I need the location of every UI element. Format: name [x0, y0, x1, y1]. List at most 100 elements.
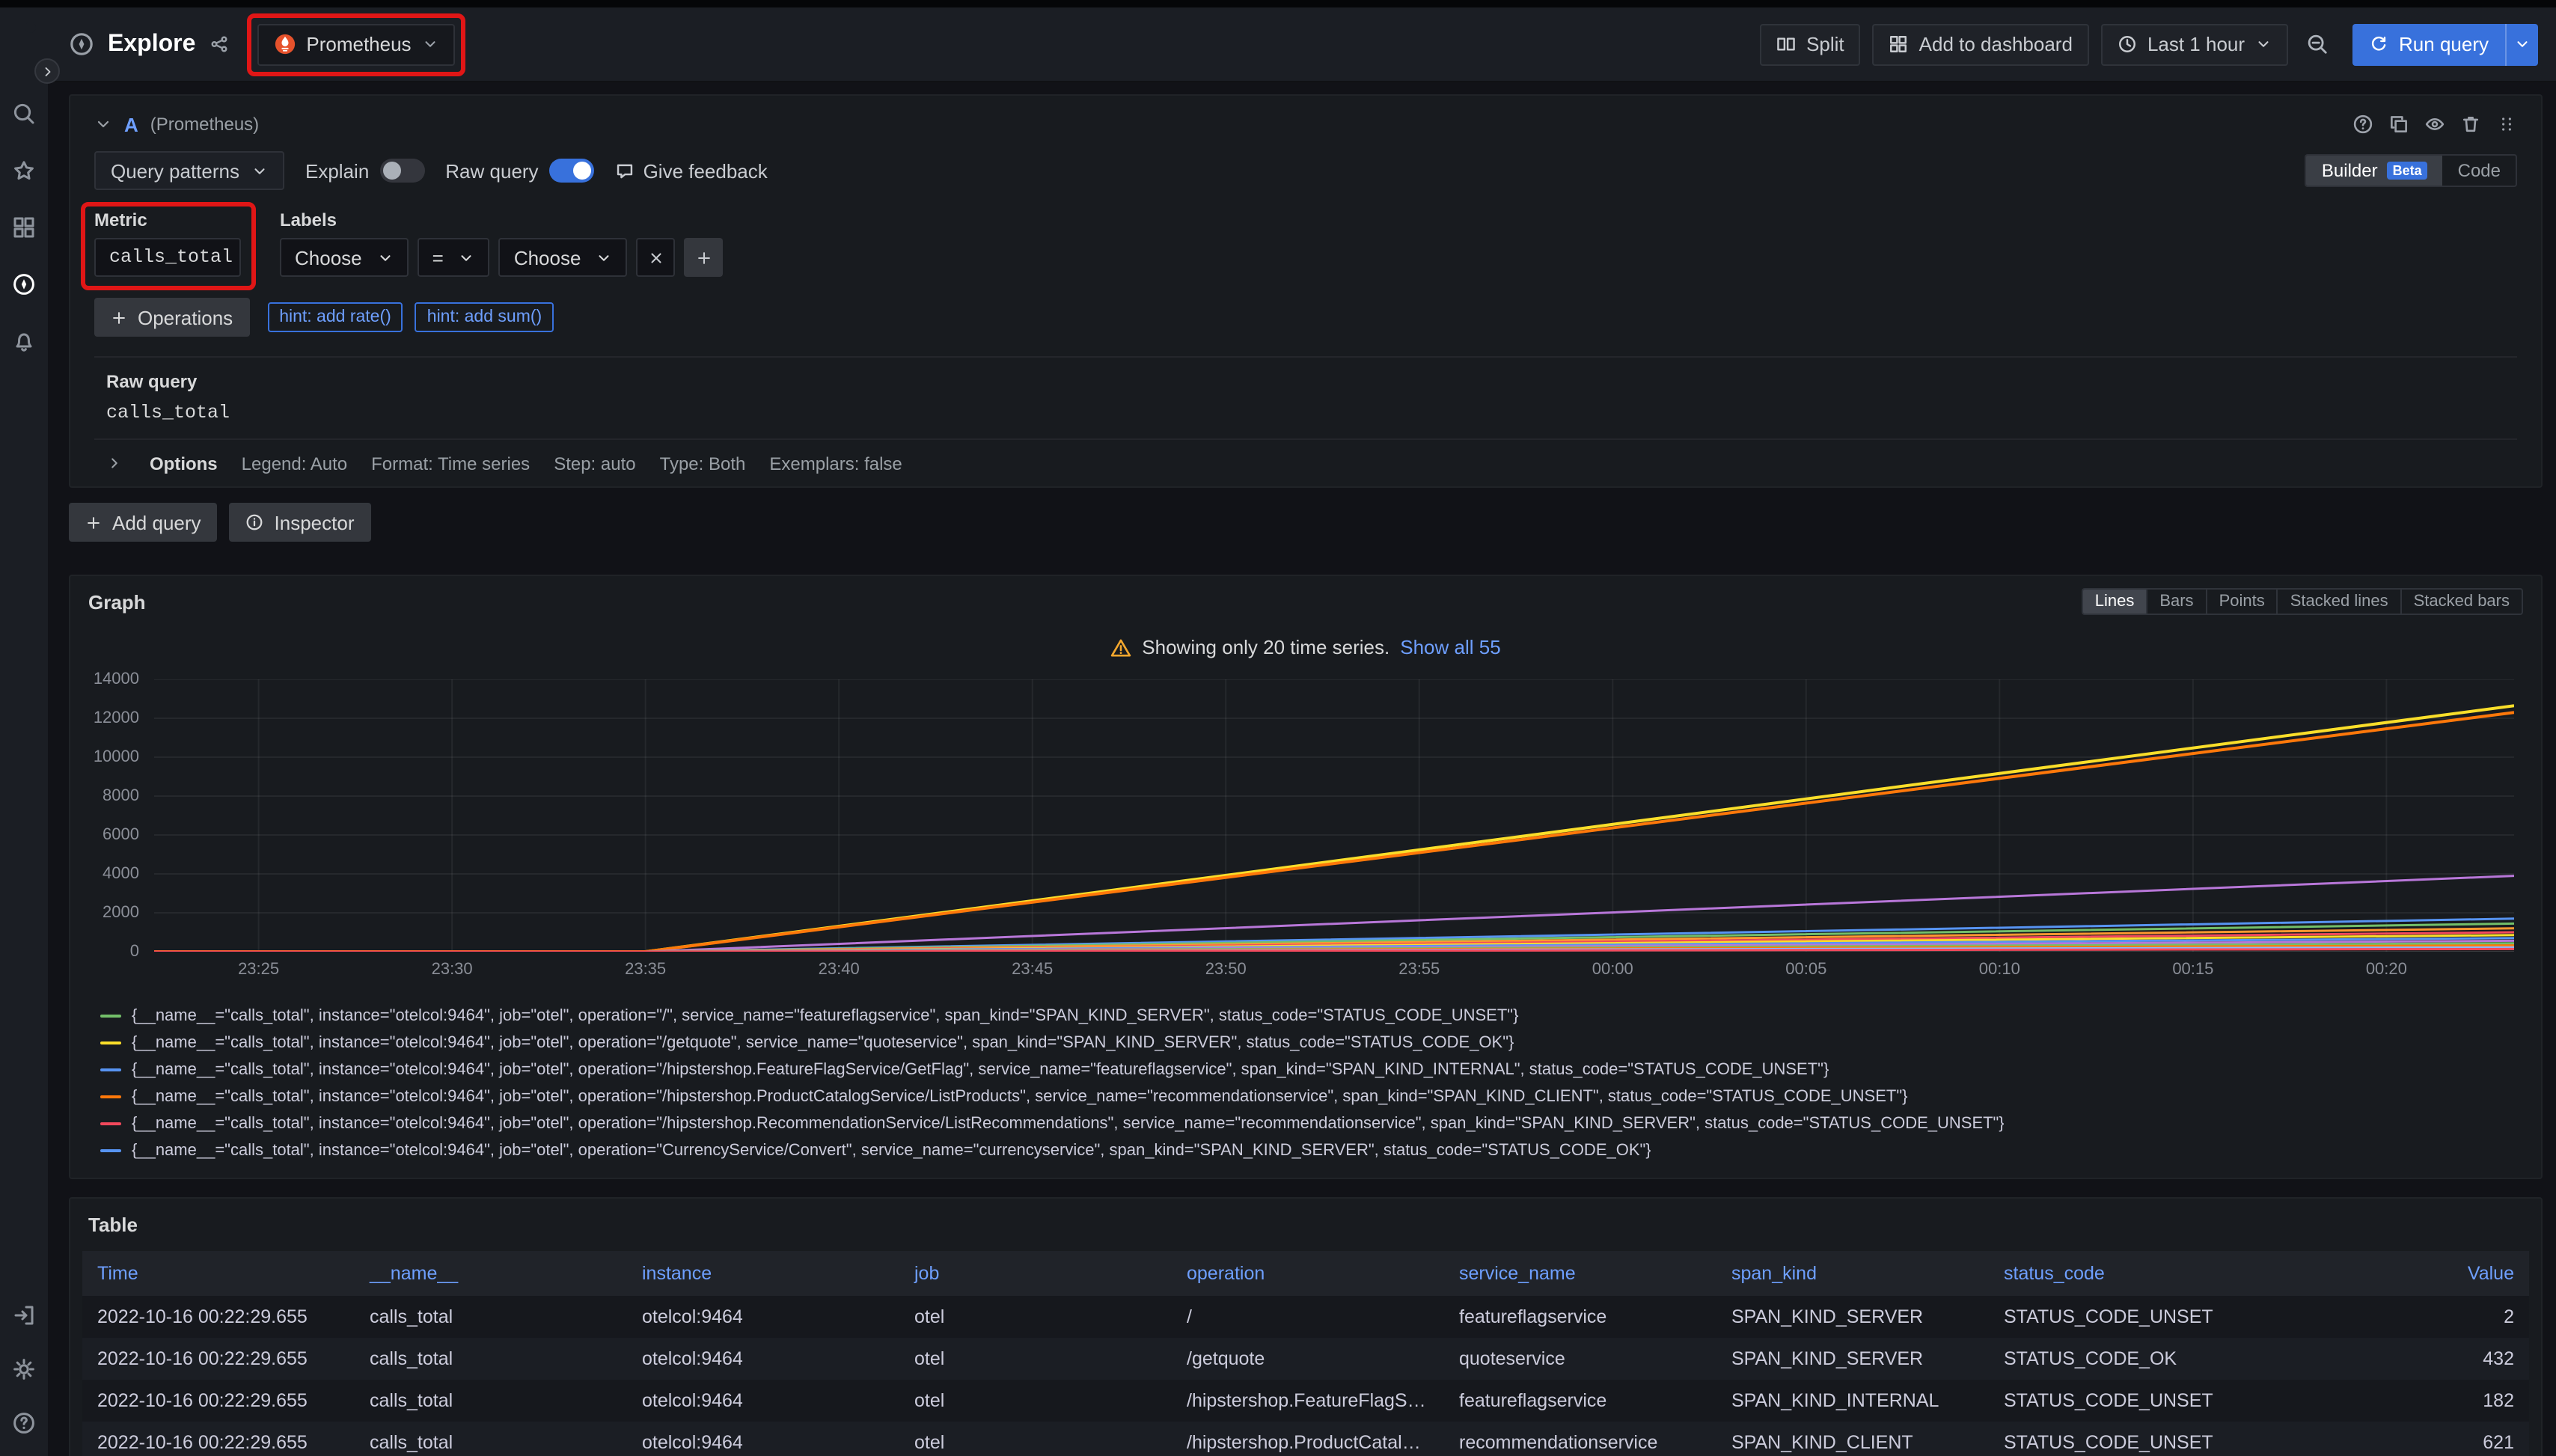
cell: SPAN_KIND_INTERNAL: [1716, 1380, 1989, 1422]
add-label-filter-button[interactable]: [684, 238, 723, 277]
table-row-2[interactable]: 2022-10-16 00:22:29.655calls_totalotelco…: [82, 1380, 2529, 1422]
add-to-dashboard-label: Add to dashboard: [1919, 33, 2073, 55]
alerting-bell-icon[interactable]: [12, 329, 36, 353]
remove-query-button[interactable]: [2460, 114, 2481, 135]
legend-item-5[interactable]: {__name__="calls_total", instance="otelc…: [100, 1137, 2523, 1164]
query-hint-1[interactable]: hint: add sum(): [415, 302, 554, 332]
cell: 621: [2261, 1422, 2529, 1456]
table-row-1[interactable]: 2022-10-16 00:22:29.655calls_totalotelco…: [82, 1338, 2529, 1380]
legend-item-3[interactable]: {__name__="calls_total", instance="otelc…: [100, 1083, 2523, 1110]
legend-item-4[interactable]: {__name__="calls_total", instance="otelc…: [100, 1110, 2523, 1137]
query-hint-0[interactable]: hint: add rate(): [267, 302, 403, 332]
show-all-series-link[interactable]: Show all 55: [1400, 636, 1500, 658]
duplicate-query-button[interactable]: [2388, 114, 2409, 135]
table-row-3[interactable]: 2022-10-16 00:22:29.655calls_totalotelco…: [82, 1422, 2529, 1456]
help-circle-icon: [2352, 114, 2373, 135]
window-top-strip: [0, 0, 2556, 7]
explain-toggle[interactable]: [379, 159, 424, 183]
label-value-select[interactable]: Choose: [499, 238, 628, 277]
query-help-button[interactable]: [2352, 114, 2373, 135]
collapse-query-chevron-icon[interactable]: [94, 115, 112, 133]
legend-item-2[interactable]: {__name__="calls_total", instance="otelc…: [100, 1056, 2523, 1083]
options-title: Options: [150, 453, 218, 474]
x-tick-label: 00:10: [1979, 961, 2020, 979]
builder-label: Builder: [2322, 160, 2378, 181]
legend-series-marker: [100, 1068, 121, 1071]
grip-dots-icon: [2496, 114, 2517, 135]
time-series-chart[interactable]: 02000400060008000100001200014000 23:2523…: [88, 673, 2523, 997]
legend-item-6[interactable]: {__name__="calls_total", instance="otelc…: [100, 1164, 2523, 1170]
dashboards-icon[interactable]: [12, 215, 36, 239]
inspector-button[interactable]: Inspector: [230, 503, 371, 542]
give-feedback-button[interactable]: Give feedback: [615, 159, 768, 182]
explain-toggle-group: Explain: [305, 159, 424, 183]
explore-icon[interactable]: [12, 272, 36, 296]
drag-handle[interactable]: [2496, 114, 2517, 135]
cell: 2022-10-16 00:22:29.655: [82, 1338, 355, 1380]
graph-mode-points[interactable]: Points: [2206, 590, 2277, 614]
label-operator-value: =: [432, 246, 444, 269]
add-query-button[interactable]: Add query: [69, 503, 218, 542]
x-tick-label: 23:30: [432, 961, 473, 979]
chevron-down-icon: [422, 36, 438, 52]
code-mode-button[interactable]: Code: [2443, 156, 2516, 186]
cell: 2: [2261, 1296, 2529, 1338]
label-name-select[interactable]: Choose: [280, 238, 409, 277]
column-header-operation[interactable]: operation: [1172, 1251, 1444, 1296]
builder-mode-button[interactable]: Builder Beta: [2307, 156, 2443, 186]
query-patterns-button[interactable]: Query patterns: [94, 151, 284, 190]
label-operator-select[interactable]: =: [418, 238, 490, 277]
cell: featureflagservice: [1444, 1380, 1716, 1422]
x-tick-label: 23:55: [1398, 961, 1440, 979]
run-query-interval-caret[interactable]: [2505, 23, 2538, 65]
column-header--name-[interactable]: __name__: [355, 1251, 627, 1296]
y-tick-label: 0: [130, 943, 139, 961]
graph-mode-bars[interactable]: Bars: [2146, 590, 2205, 614]
share-icon[interactable]: [209, 34, 228, 54]
zoom-out-button[interactable]: [2300, 33, 2335, 55]
sidebar-expand-button[interactable]: [34, 58, 60, 84]
column-header-span-kind[interactable]: span_kind: [1716, 1251, 1989, 1296]
starred-icon[interactable]: [12, 159, 36, 183]
column-header-status-code[interactable]: status_code: [1989, 1251, 2261, 1296]
plus-icon: [111, 309, 127, 325]
x-tick-label: 23:25: [238, 961, 279, 979]
metric-select[interactable]: calls_total: [94, 238, 241, 277]
legend-item-0[interactable]: {__name__="calls_total", instance="otelc…: [100, 1003, 2523, 1030]
query-toolbar: Query patterns Explain Raw query Give fe…: [94, 150, 2517, 192]
column-header-job[interactable]: job: [899, 1251, 1172, 1296]
cell: recommendationservice: [1444, 1422, 1716, 1456]
remove-label-filter-button[interactable]: [636, 238, 675, 277]
cell: otelcol:9464: [627, 1422, 899, 1456]
help-icon[interactable]: [12, 1411, 36, 1435]
graph-mode-stacked-lines[interactable]: Stacked lines: [2277, 590, 2400, 614]
time-range-picker[interactable]: Last 1 hour: [2101, 23, 2288, 65]
legend-item-1[interactable]: {__name__="calls_total", instance="otelc…: [100, 1030, 2523, 1056]
plot-area[interactable]: [154, 679, 2514, 952]
cell: STATUS_CODE_OK: [1989, 1338, 2261, 1380]
graph-mode-lines[interactable]: Lines: [2083, 590, 2147, 614]
y-tick-label: 2000: [103, 904, 139, 922]
sign-in-icon[interactable]: [12, 1303, 36, 1327]
column-header-value[interactable]: Value: [2261, 1251, 2529, 1296]
navbar-left: Explore Prometheus: [69, 23, 455, 65]
hide-response-button[interactable]: [2424, 114, 2445, 135]
prometheus-logo-icon: [273, 33, 296, 55]
grafana-logo[interactable]: [7, 18, 40, 51]
add-operation-button[interactable]: Operations: [94, 298, 249, 337]
warning-text: Showing only 20 time series.: [1142, 636, 1389, 658]
search-icon[interactable]: [12, 102, 36, 126]
query-options-row[interactable]: Options Legend: AutoFormat: Time seriesS…: [94, 438, 2517, 486]
gear-icon[interactable]: [12, 1357, 36, 1381]
graph-mode-stacked-bars[interactable]: Stacked bars: [2400, 590, 2522, 614]
split-button[interactable]: Split: [1760, 23, 1861, 65]
column-header-time[interactable]: Time: [82, 1251, 355, 1296]
raw-query-toggle[interactable]: [549, 159, 594, 183]
column-header-service-name[interactable]: service_name: [1444, 1251, 1716, 1296]
add-to-dashboard-button[interactable]: Add to dashboard: [1873, 23, 2089, 65]
column-header-instance[interactable]: instance: [627, 1251, 899, 1296]
datasource-picker[interactable]: Prometheus: [257, 23, 454, 65]
table-row-0[interactable]: 2022-10-16 00:22:29.655calls_totalotelco…: [82, 1296, 2529, 1338]
run-query-button[interactable]: Run query: [2352, 23, 2505, 65]
chevron-down-icon: [459, 249, 475, 266]
